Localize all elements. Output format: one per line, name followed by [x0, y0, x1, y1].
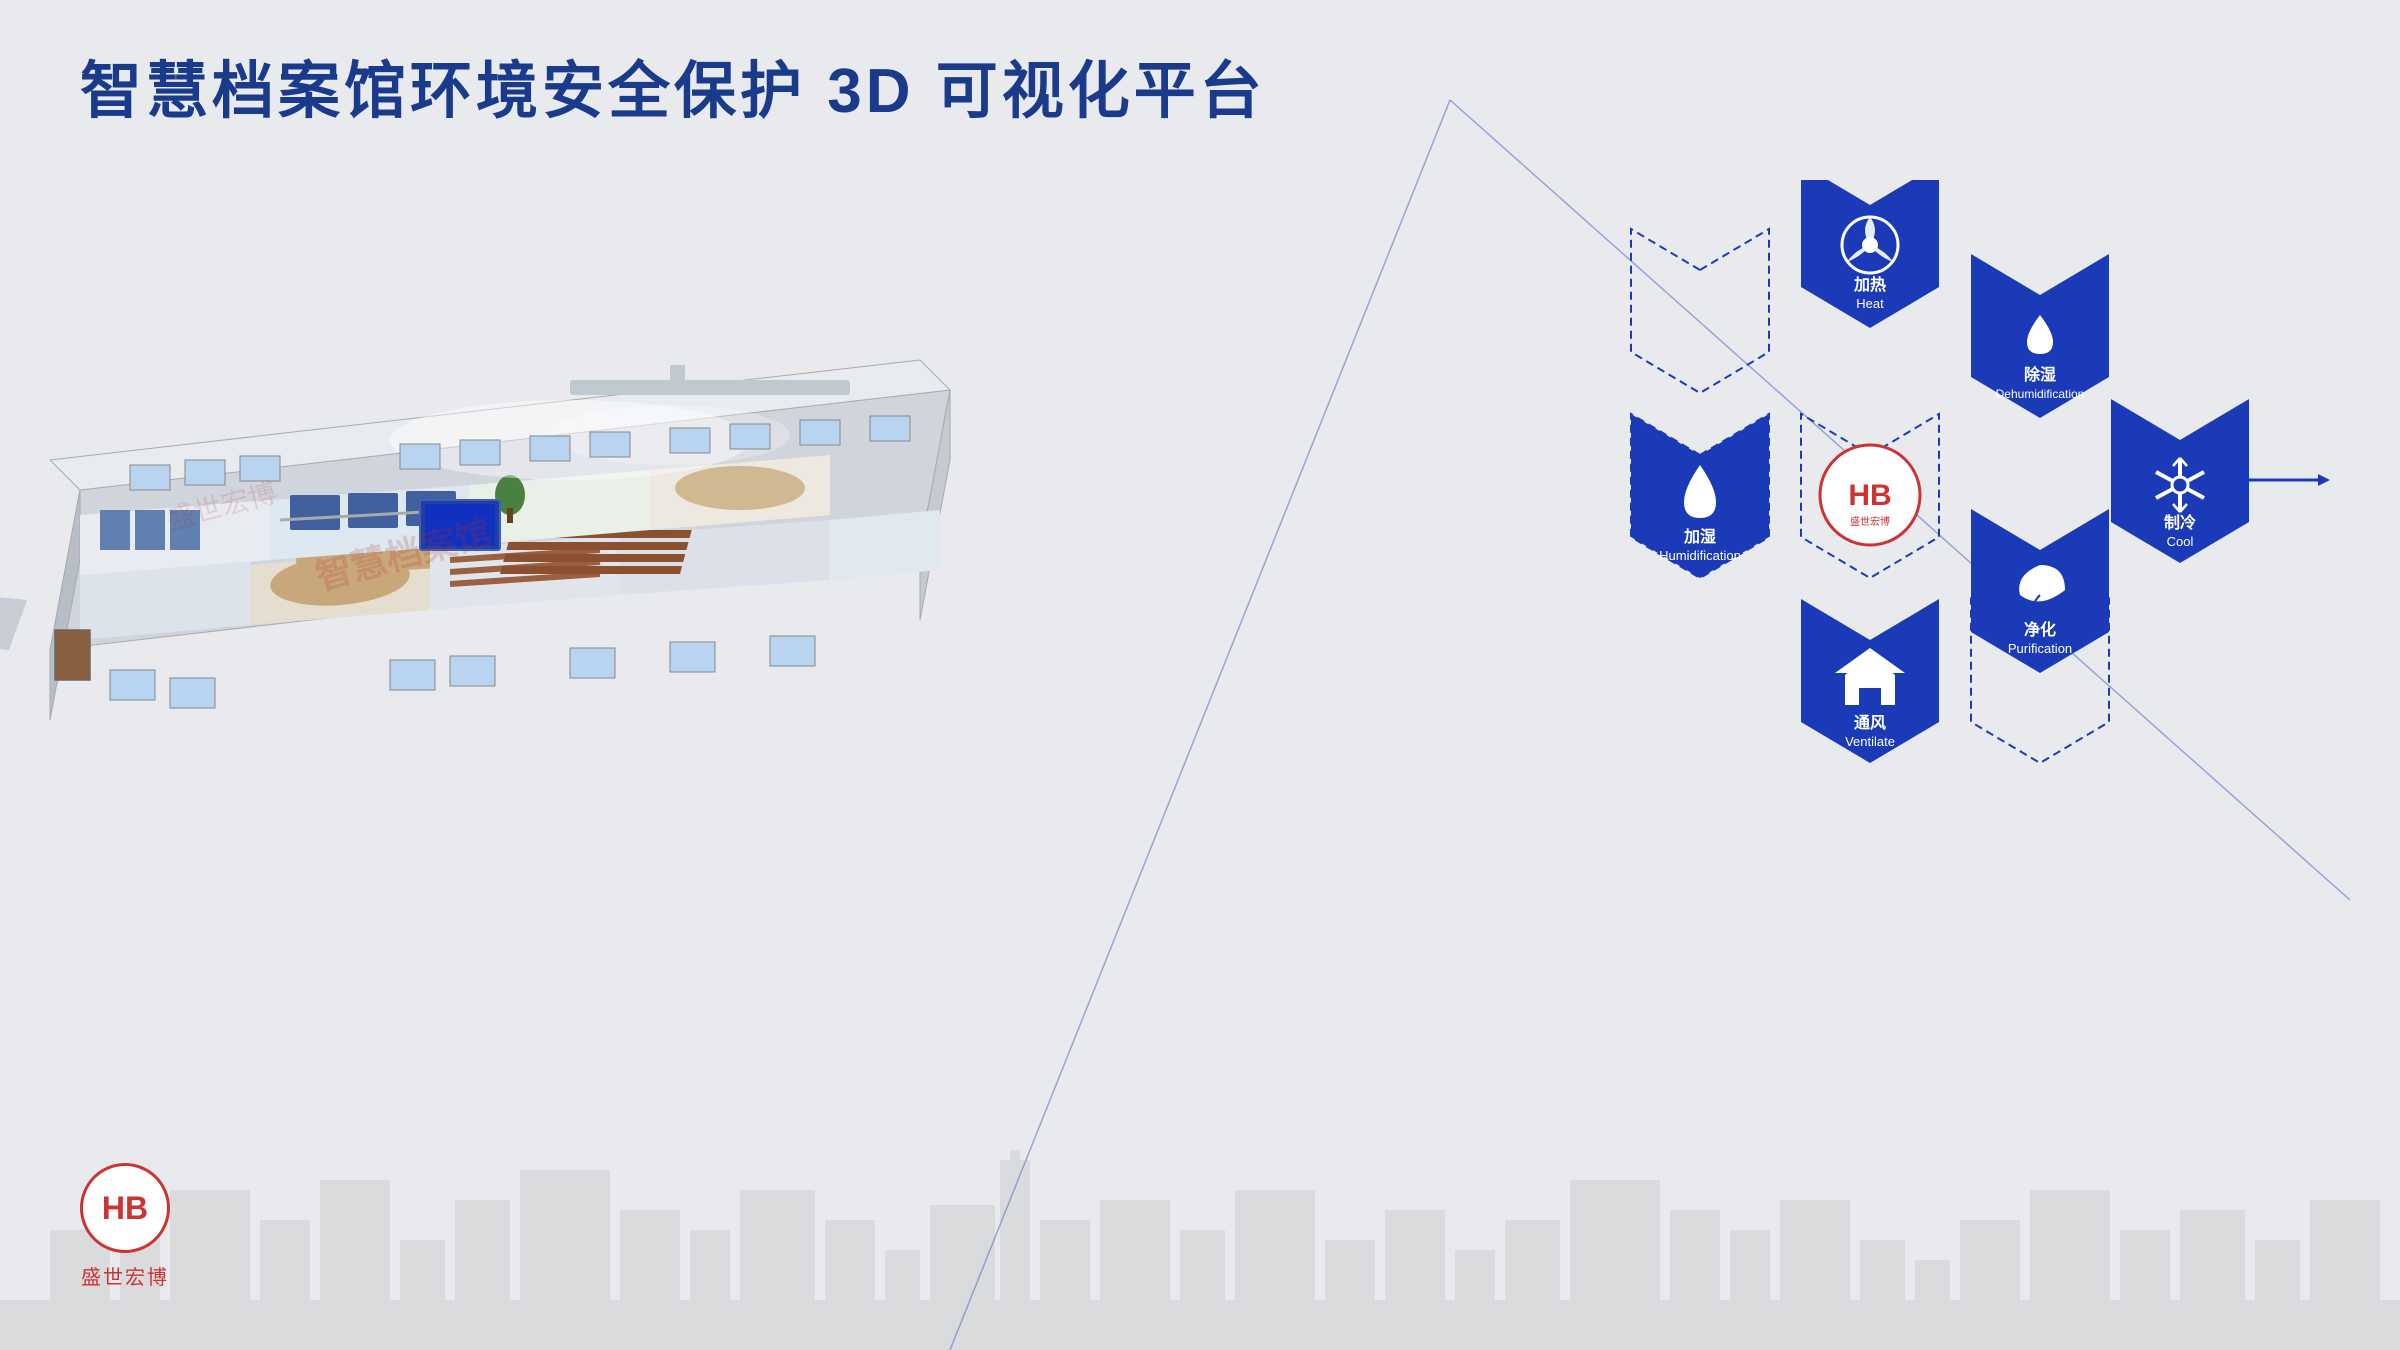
- purification-label-en: Purification: [2008, 641, 2072, 656]
- cool-label-cn: 制冷: [2164, 513, 2196, 532]
- ventilate-label-en: Ventilate: [1845, 734, 1895, 749]
- dehumidification-label-en: Dehumidification: [1996, 387, 2085, 401]
- center-logo-name: 盛世宏博: [1850, 515, 1890, 528]
- bottom-left-logo: HB 盛世宏博: [80, 1163, 170, 1290]
- humidification-label-en: Humidification: [1659, 548, 1741, 563]
- heat-label-en: Heat: [1856, 296, 1884, 311]
- heat-label-cn: 加热: [1853, 275, 1886, 294]
- center-logo-hb: HB: [1848, 479, 1891, 512]
- hex-grid-container: 加热 Heat 除湿 Dehumidification 加湿 Humidific…: [1440, 180, 2340, 880]
- ventilate-label-cn: 通风: [1854, 714, 1886, 732]
- dehumidification-label-cn: 除湿: [2024, 365, 2056, 384]
- logo-hb-text: HB: [102, 1190, 148, 1227]
- humidification-label-cn: 加湿: [1683, 528, 1716, 546]
- cool-arrow: [2318, 474, 2330, 486]
- outline-hex-1: [1631, 229, 1769, 393]
- building-3d-illustration: 智慧档案馆 盛世宏博: [0, 70, 1070, 820]
- logo-company-name: 盛世宏博: [81, 1261, 169, 1290]
- logo-circle: HB: [80, 1163, 170, 1253]
- cool-label-en: Cool: [2167, 534, 2194, 549]
- purification-label-cn: 净化: [2024, 620, 2056, 639]
- city-silhouette: [0, 1150, 2400, 1350]
